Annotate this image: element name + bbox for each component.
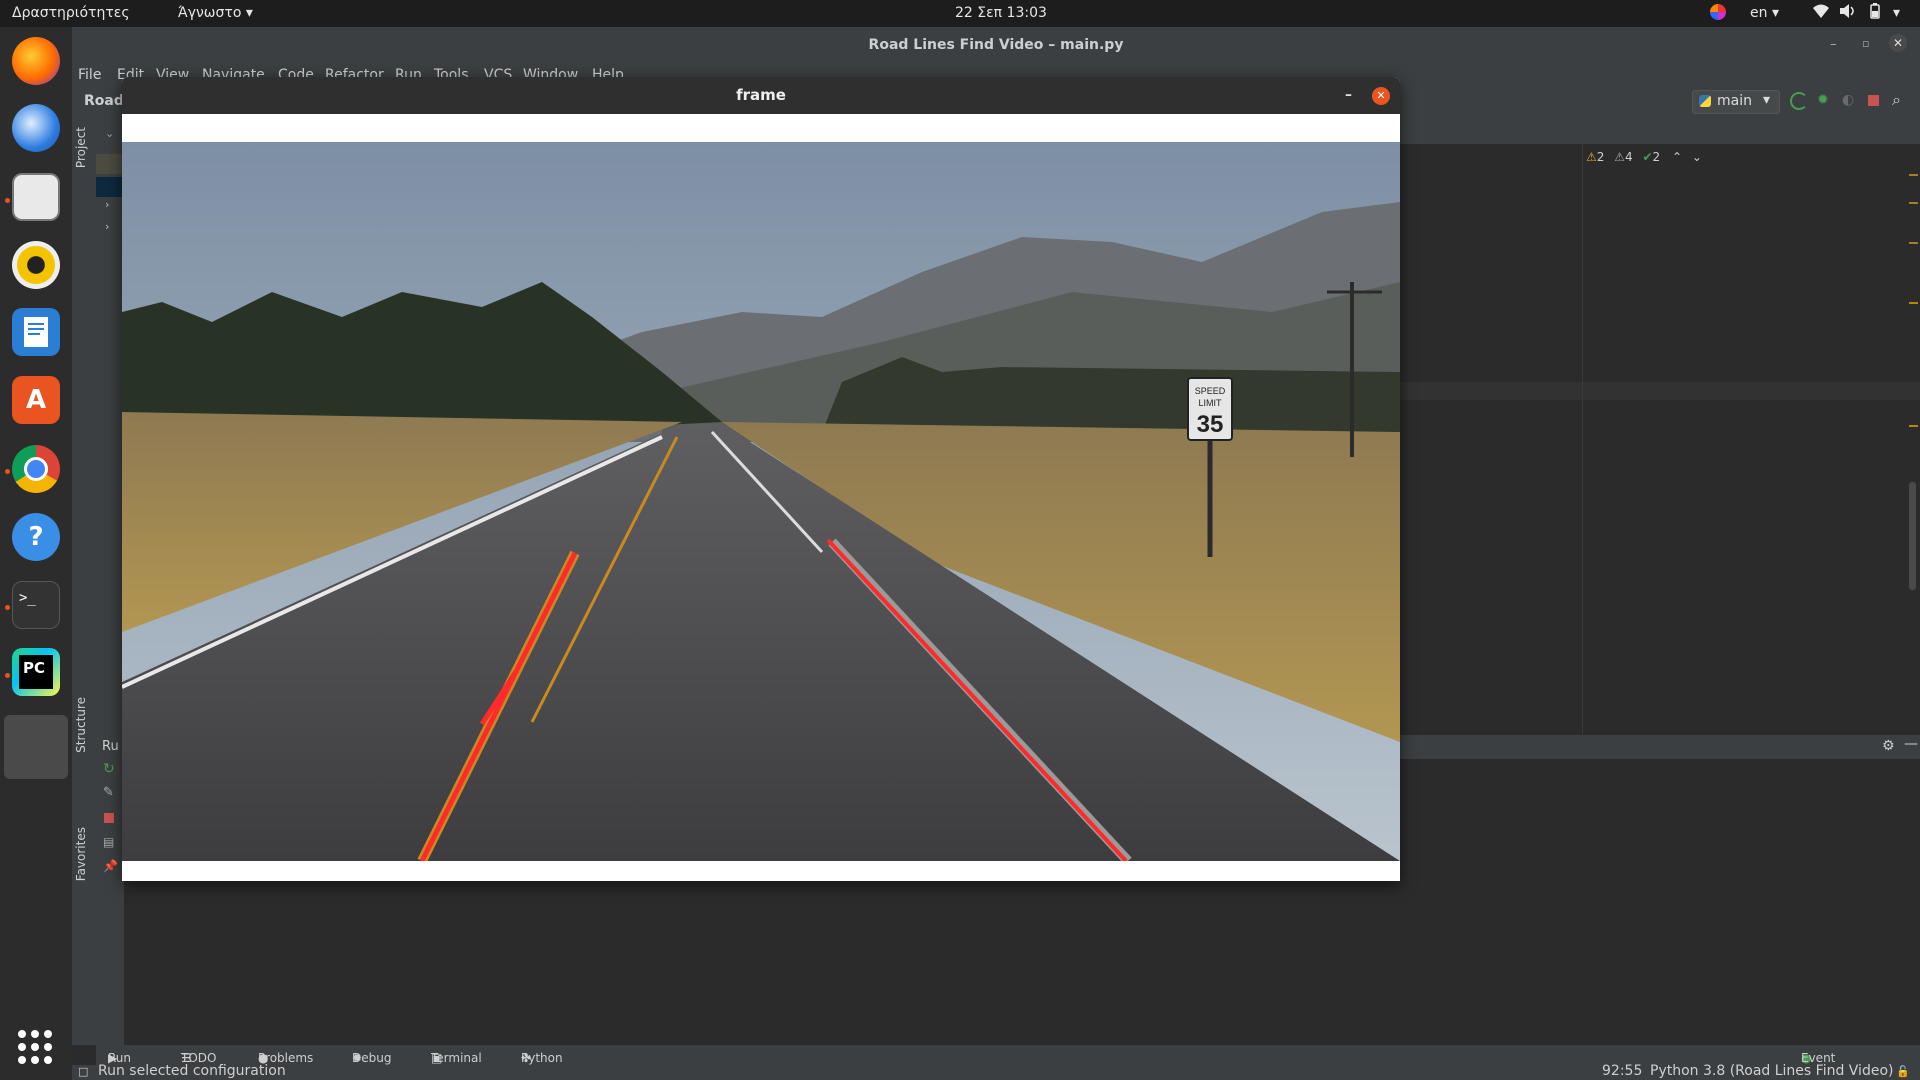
minimize-button[interactable]: –	[1345, 77, 1352, 114]
frame-window: frame – ✕ SPEED LIMIT 35	[122, 77, 1400, 881]
help-icon[interactable]: ?	[12, 513, 60, 561]
error-stripe-mark[interactable]	[1909, 174, 1918, 176]
error-stripe-mark[interactable]	[1909, 425, 1918, 427]
layout-icon[interactable]: ▤	[103, 835, 114, 849]
running-indicator	[5, 605, 10, 610]
python-icon	[1699, 95, 1711, 107]
battery-icon[interactable]	[1866, 3, 1884, 23]
left-tool-strip: Project Structure Favorites	[72, 117, 96, 1045]
pin-icon[interactable]: 📌	[103, 859, 118, 873]
close-button[interactable]: ✕	[1889, 34, 1907, 52]
chevron-up-icon: ⌃	[1672, 150, 1683, 164]
chevron-down-icon: ▾	[245, 5, 253, 21]
project-breadcrumb[interactable]: Road	[84, 93, 124, 109]
search-icon[interactable]: ⌕	[1892, 90, 1901, 110]
warning-icon: ⚠	[1586, 150, 1597, 164]
language-label: en	[1750, 5, 1768, 21]
software-icon[interactable]: A	[12, 376, 60, 424]
chevron-down-icon[interactable]: ⌄	[105, 127, 114, 140]
chevron-down-icon: ▾	[1763, 92, 1771, 108]
sign-text-top: SPEED	[1195, 386, 1226, 396]
rerun-icon[interactable]	[1790, 92, 1808, 110]
clock[interactable]: 22 Σεπ 13:03	[955, 5, 1047, 21]
stop-icon[interactable]	[1868, 95, 1879, 106]
unknown-app-icon[interactable]	[4, 715, 68, 779]
interpreter-selector[interactable]: Python 3.8 (Road Lines Find Video)	[1650, 1063, 1893, 1079]
rerun-icon[interactable]: ↻	[103, 761, 115, 777]
color-picker-icon[interactable]	[1710, 4, 1726, 20]
wifi-icon[interactable]	[1812, 3, 1830, 23]
coverage-icon[interactable]: ◐	[1842, 92, 1854, 108]
stop-icon[interactable]	[104, 813, 114, 823]
weak-warning-count: 4	[1625, 150, 1633, 164]
running-indicator	[5, 673, 10, 678]
chevron-right-icon[interactable]: ›	[105, 220, 109, 233]
wrench-icon[interactable]: ✎	[103, 785, 114, 800]
top-bar: Δραστηριότητες Άγνωστο ▾ 22 Σεπ 13:03 en…	[0, 0, 1920, 27]
gear-icon[interactable]: ⚙	[1882, 738, 1895, 754]
editor-scrollbar[interactable]	[1909, 482, 1916, 590]
show-applications-icon[interactable]	[18, 1030, 52, 1064]
sign-number: 35	[1197, 411, 1224, 438]
error-stripe-mark[interactable]	[1909, 202, 1918, 204]
chevron-down-icon: ▾	[1771, 5, 1779, 21]
video-frame: SPEED LIMIT 35	[122, 142, 1400, 861]
error-stripe-mark[interactable]	[1909, 302, 1918, 304]
project-tool-tab[interactable]: Project	[74, 127, 88, 168]
run-toolbar: ↻ ✎ ▤ 📌 🗑	[96, 759, 145, 1059]
sign-text-mid: LIMIT	[1198, 398, 1222, 408]
run-config-label: main	[1717, 93, 1752, 109]
weak-warning-icon: ⚠	[1614, 150, 1625, 164]
hide-panel-icon[interactable]: —	[1904, 736, 1918, 752]
dock: A ? >_ PC	[0, 27, 72, 1080]
structure-tab-label: Structure	[74, 697, 88, 753]
run-config-selector[interactable]: main ▾	[1692, 90, 1780, 114]
window-title: Road Lines Find Video – main.py	[72, 27, 1920, 64]
tool-window-tabs: ▶ Run ☰ TODO ● Problems ✹ Debug ▣ Termin…	[96, 1045, 1920, 1079]
typo-count: 2	[1652, 150, 1661, 164]
running-indicator	[5, 198, 10, 203]
files-icon[interactable]	[12, 173, 60, 221]
language-menu[interactable]: en ▾	[1750, 5, 1779, 21]
tab-terminal-label: Terminal	[431, 1051, 482, 1065]
warning-count: 2	[1596, 150, 1605, 164]
volume-icon[interactable]	[1838, 3, 1856, 23]
close-button[interactable]: ✕	[1372, 87, 1390, 105]
maximize-button[interactable]: ▫	[1862, 37, 1869, 50]
activities-button[interactable]: Δραστηριότητες	[12, 5, 130, 21]
terminal-icon[interactable]: >_	[12, 581, 60, 629]
status-bar: □ Run selected configuration 92:55 Pytho…	[72, 1063, 1920, 1080]
rhythmbox-icon[interactable]	[12, 241, 60, 289]
running-indicator	[5, 469, 10, 474]
frame-titlebar: frame – ✕	[122, 77, 1400, 114]
tab-debug-label: Debug	[352, 1051, 392, 1065]
system-menu-chevron-icon[interactable]: ▾	[1893, 5, 1900, 21]
thunderbird-icon[interactable]	[12, 104, 60, 152]
inspection-widget[interactable]: ⚠2 ⚠4 ✔2 ⌃ ⌄	[1586, 150, 1702, 164]
frame-title: frame	[736, 86, 786, 104]
chevron-right-icon[interactable]: ›	[105, 198, 109, 211]
menu-file[interactable]: File	[78, 67, 101, 83]
app-menu-label: Άγνωστο	[178, 5, 242, 21]
favorites-tab-label: Favorites	[74, 827, 88, 882]
right-margin-guide	[1582, 144, 1583, 734]
structure-tool-tab[interactable]: Structure	[74, 697, 88, 753]
toggle-tool-windows-icon[interactable]: □	[78, 1065, 88, 1078]
cursor-position[interactable]: 92:55	[1602, 1063, 1642, 1079]
chevron-down-icon: ⌄	[1691, 150, 1702, 164]
error-stripe-mark[interactable]	[1909, 242, 1918, 244]
run-panel-title: Ru	[102, 739, 119, 754]
project-tab-label: Project	[74, 127, 88, 169]
lock-icon[interactable]: 🔓	[1896, 1065, 1910, 1078]
status-message: Run selected configuration	[98, 1063, 286, 1079]
debug-icon[interactable]: ✹	[1817, 92, 1829, 108]
favorites-tool-tab[interactable]: Favorites	[74, 827, 88, 881]
writer-icon[interactable]	[12, 308, 60, 356]
firefox-icon[interactable]	[12, 37, 60, 85]
typo-check-icon: ✔	[1642, 150, 1653, 164]
pycharm-icon[interactable]: PC	[12, 648, 60, 696]
chrome-icon[interactable]	[12, 445, 60, 493]
minimize-button[interactable]: –	[1830, 37, 1837, 52]
app-menu[interactable]: Άγνωστο ▾	[178, 5, 253, 21]
